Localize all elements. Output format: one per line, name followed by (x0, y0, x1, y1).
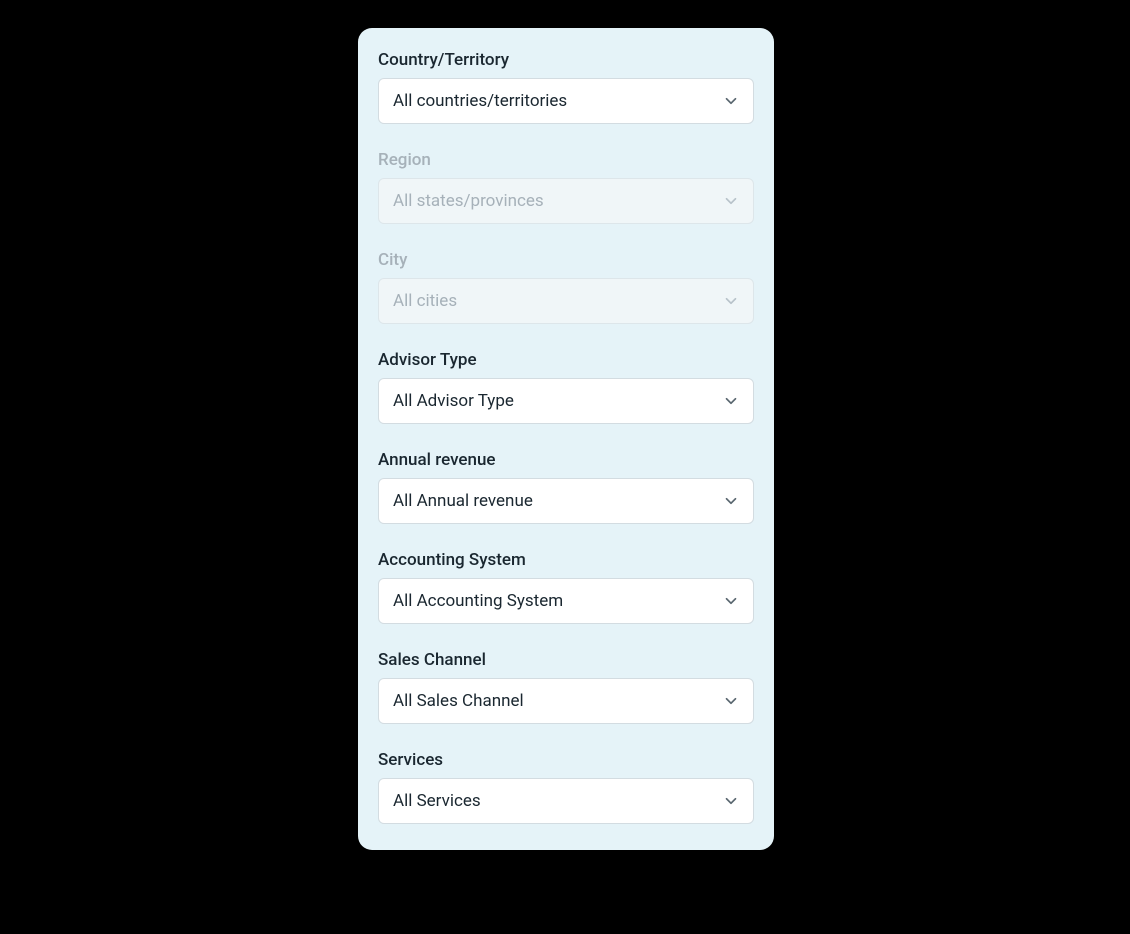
services-select-value: All Services (393, 791, 481, 811)
city-select: All cities (378, 278, 754, 324)
region-select-value: All states/provinces (393, 191, 544, 211)
accounting-system-select-wrapper: All Accounting System (378, 578, 754, 624)
advisor-type-select[interactable]: All Advisor Type (378, 378, 754, 424)
annual-revenue-select-value: All Annual revenue (393, 491, 533, 511)
advisor-type-label: Advisor Type (378, 350, 754, 370)
field-services: Services All Services (378, 750, 754, 824)
advisor-type-select-value: All Advisor Type (393, 391, 514, 411)
field-annual-revenue: Annual revenue All Annual revenue (378, 450, 754, 524)
region-select-wrapper: All states/provinces (378, 178, 754, 224)
region-label: Region (378, 150, 754, 170)
annual-revenue-label: Annual revenue (378, 450, 754, 470)
country-label: Country/Territory (378, 50, 754, 70)
region-select: All states/provinces (378, 178, 754, 224)
city-label: City (378, 250, 754, 270)
annual-revenue-select[interactable]: All Annual revenue (378, 478, 754, 524)
country-select-value: All countries/territories (393, 91, 567, 111)
services-select[interactable]: All Services (378, 778, 754, 824)
accounting-system-label: Accounting System (378, 550, 754, 570)
filter-panel: Country/Territory All countries/territor… (358, 28, 774, 850)
annual-revenue-select-wrapper: All Annual revenue (378, 478, 754, 524)
field-sales-channel: Sales Channel All Sales Channel (378, 650, 754, 724)
field-advisor-type: Advisor Type All Advisor Type (378, 350, 754, 424)
field-country: Country/Territory All countries/territor… (378, 50, 754, 124)
accounting-system-select[interactable]: All Accounting System (378, 578, 754, 624)
accounting-system-select-value: All Accounting System (393, 591, 563, 611)
services-label: Services (378, 750, 754, 770)
sales-channel-select[interactable]: All Sales Channel (378, 678, 754, 724)
services-select-wrapper: All Services (378, 778, 754, 824)
field-region: Region All states/provinces (378, 150, 754, 224)
country-select[interactable]: All countries/territories (378, 78, 754, 124)
city-select-value: All cities (393, 291, 457, 311)
country-select-wrapper: All countries/territories (378, 78, 754, 124)
advisor-type-select-wrapper: All Advisor Type (378, 378, 754, 424)
field-accounting-system: Accounting System All Accounting System (378, 550, 754, 624)
sales-channel-select-wrapper: All Sales Channel (378, 678, 754, 724)
city-select-wrapper: All cities (378, 278, 754, 324)
field-city: City All cities (378, 250, 754, 324)
sales-channel-select-value: All Sales Channel (393, 691, 524, 711)
sales-channel-label: Sales Channel (378, 650, 754, 670)
